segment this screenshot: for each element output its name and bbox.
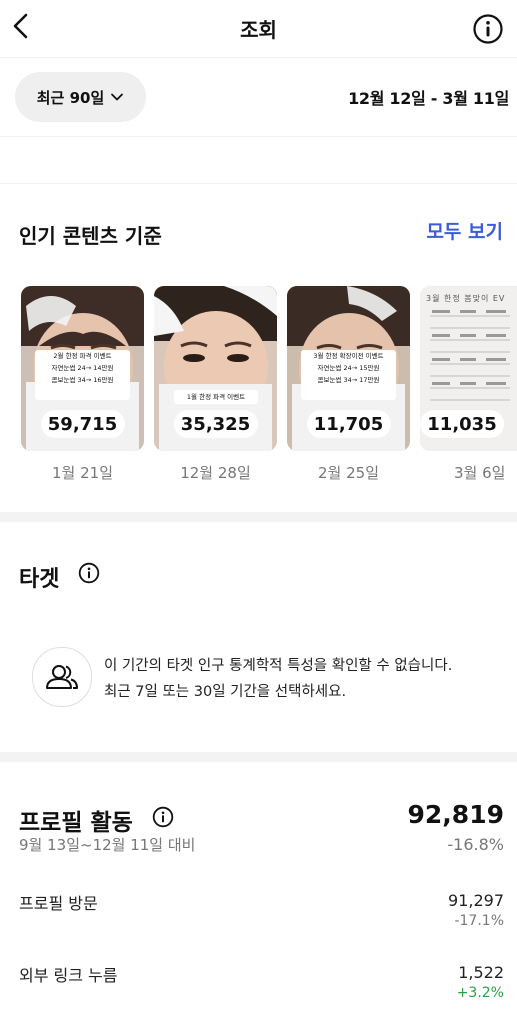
overlay-line: 콤보눈썹 34→ 17만원 — [317, 376, 380, 384]
see-all-link[interactable]: 모두 보기 — [426, 217, 503, 244]
profile-activity-title: 프로필 활동 — [19, 810, 133, 836]
overlay-line: 콤보눈썹 34→ 16만원 — [51, 376, 114, 384]
info-circle-icon — [152, 806, 174, 828]
metric-change: -17.1% — [454, 913, 504, 929]
page-title: 조회 — [240, 18, 277, 42]
content-thumbnail[interactable]: 2월 한정 파격 이벤트 자연눈썹 24→ 14만원 콤보눈썹 34→ 16만원… — [21, 286, 144, 451]
target-title-text: 타겟 — [19, 567, 60, 592]
profile-activity-info-button[interactable] — [151, 805, 175, 829]
promo-overlay: 3월 한정 봄맞이 EV — [426, 294, 506, 303]
thumbnail-date: 12월 28일 — [180, 464, 251, 482]
compare-period: 9월 13일~12월 11일 대비 — [19, 836, 196, 854]
content-thumbnail[interactable]: 1월 한정 파격 이벤트 35,325 — [154, 286, 277, 451]
thumbnail-date: 1월 21일 — [52, 464, 113, 482]
audience-icon-container — [32, 647, 92, 707]
overlay-line: 1월 한정 파격 이벤트 — [186, 393, 246, 401]
users-icon — [46, 665, 78, 689]
overlay-line: 2월 한정 파격 이벤트 — [53, 352, 112, 360]
info-circle-icon — [78, 562, 100, 584]
date-range-label: 12월 12일 - 3월 11일 — [348, 89, 509, 108]
divider — [0, 136, 517, 137]
metric-label: 프로필 방문 — [19, 894, 98, 913]
thumbnail-date: 2월 25일 — [318, 464, 379, 482]
promo-overlay: 2월 한정 파격 이벤트 자연눈썹 24→ 14만원 콤보눈썹 34→ 16만원 — [35, 350, 130, 400]
metric-change: +3.2% — [456, 985, 504, 1001]
profile-activity-change: -16.8% — [447, 835, 504, 854]
chevron-down-icon — [111, 93, 124, 101]
info-circle-icon — [473, 14, 503, 44]
content-thumbnail[interactable]: 3월 한정 봄맞이 EV 11,035 — [420, 286, 517, 451]
overlay-line: 자연눈썹 24→ 15만원 — [317, 364, 380, 372]
overlay-line: 자연눈썹 24→ 14만원 — [51, 364, 114, 372]
target-info-button[interactable] — [77, 561, 101, 585]
info-button[interactable] — [472, 13, 504, 45]
view-count: 59,715 — [40, 410, 125, 438]
divider — [0, 183, 517, 184]
target-notice-text: 이 기간의 타겟 인구 통계학적 특성을 확인할 수 없습니다. 최근 7일 또… — [104, 658, 453, 700]
divider — [0, 57, 517, 58]
view-count: 11,035 — [420, 410, 504, 438]
metric-value: 1,522 — [458, 963, 504, 982]
profile-activity-total: 92,819 — [407, 800, 504, 829]
view-count: 35,325 — [173, 410, 258, 438]
promo-overlay: 3월 한정 확장이전 이벤트 자연눈썹 24→ 15만원 콤보눈썹 34→ 17… — [301, 350, 396, 400]
overlay-line: 3월 한정 확장이전 이벤트 — [313, 352, 384, 360]
target-section-title: 타겟 — [19, 561, 59, 593]
popular-section-title: 인기 콘텐츠 기준 — [19, 224, 162, 248]
promo-overlay: 1월 한정 파격 이벤트 — [174, 390, 258, 404]
view-count: 11,705 — [306, 410, 391, 438]
metric-label: 외부 링크 누름 — [19, 966, 118, 985]
section-separator — [0, 752, 517, 762]
section-separator — [0, 512, 517, 522]
range-dropdown[interactable]: 최근 90일 — [15, 72, 146, 122]
range-selected: 최근 90일 — [36, 88, 105, 107]
thumbnail-date: 3월 6일 — [454, 464, 506, 482]
content-thumbnail[interactable]: 3월 한정 확장이전 이벤트 자연눈썹 24→ 15만원 콤보눈썹 34→ 17… — [287, 286, 410, 451]
metric-value: 91,297 — [448, 891, 504, 910]
